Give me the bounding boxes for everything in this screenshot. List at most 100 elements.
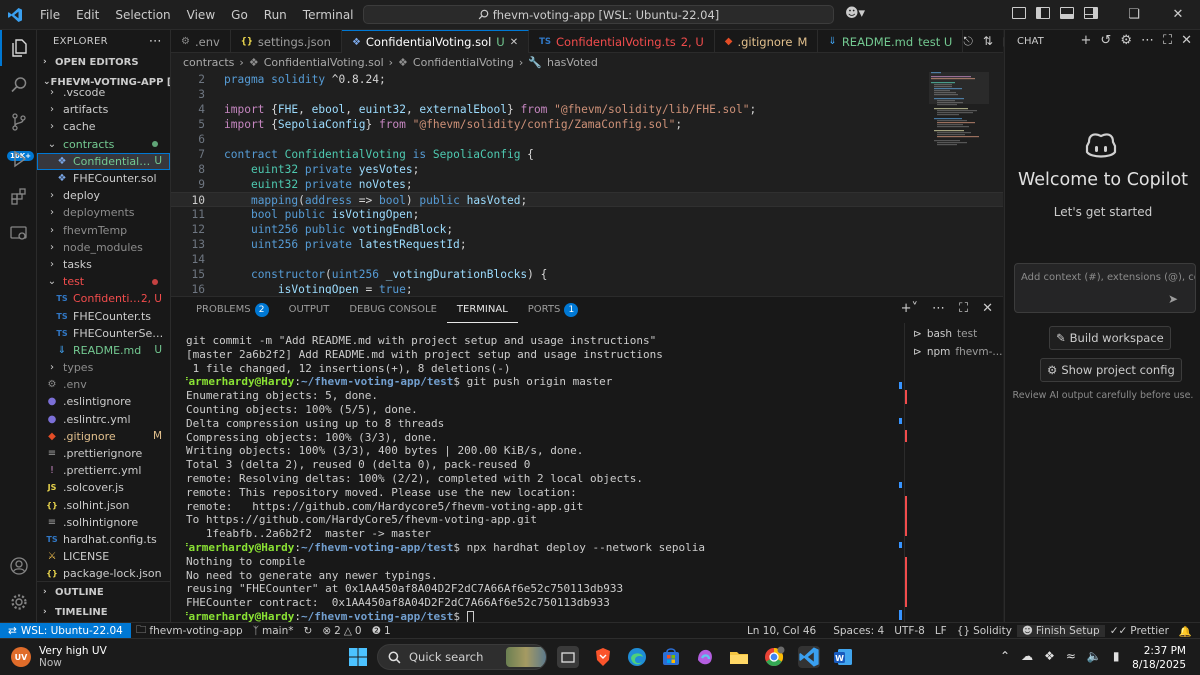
file-tree-item[interactable]: TS FHECounterSepolia.ts bbox=[37, 325, 170, 342]
maximize-panel-icon[interactable]: ⛶ bbox=[959, 301, 968, 316]
chrome-browser-icon[interactable] bbox=[763, 646, 785, 668]
explorer-icon[interactable] bbox=[0, 30, 37, 66]
more-chat-actions-icon[interactable]: ⋯ bbox=[1141, 33, 1154, 48]
prettier-status[interactable]: ✓✓ Prettier bbox=[1105, 625, 1174, 637]
branch-status[interactable]: ᛉ main* bbox=[248, 625, 299, 637]
tray-app-icon[interactable]: ☁ bbox=[1021, 649, 1033, 663]
word-app-icon[interactable]: W bbox=[832, 646, 854, 668]
edge-browser-icon[interactable] bbox=[626, 646, 648, 668]
timeline-section[interactable]: › TIMELINE bbox=[37, 602, 170, 622]
new-terminal-icon[interactable]: +˅ bbox=[901, 301, 918, 316]
cursor-position[interactable]: Ln 10, Col 46 bbox=[742, 625, 828, 637]
breadcrumb-contract[interactable]: ConfidentialVoting bbox=[413, 56, 514, 69]
breadcrumb-file[interactable]: ConfidentialVoting.sol bbox=[264, 56, 384, 69]
file-tree-item[interactable]: ⇓ README.md U bbox=[37, 342, 170, 359]
file-tree-item[interactable]: ⚙ .env bbox=[37, 376, 170, 393]
file-tree-item[interactable]: ● .eslintignore bbox=[37, 393, 170, 410]
editor-tab[interactable]: ⇓ README.md test U bbox=[818, 30, 964, 53]
minimap[interactable] bbox=[929, 72, 989, 294]
panel-tab[interactable]: PROBLEMS 2 bbox=[186, 297, 279, 323]
volume-icon[interactable]: 🔈 bbox=[1087, 649, 1102, 663]
maximize-chat-icon[interactable]: ⛶ bbox=[1163, 33, 1172, 48]
source-control-icon[interactable] bbox=[0, 104, 37, 140]
file-tree-item[interactable]: › types bbox=[37, 359, 170, 376]
accounts-icon[interactable] bbox=[0, 548, 37, 584]
editor-tab[interactable]: ❖ ConfidentialVoting.sol U ✕ bbox=[341, 30, 530, 53]
language-mode[interactable]: {} Solidity bbox=[952, 625, 1017, 637]
close-chat-icon[interactable]: ✕ bbox=[1181, 33, 1192, 48]
menu-go[interactable]: Go bbox=[223, 0, 256, 30]
manage-gear-icon[interactable] bbox=[0, 584, 37, 620]
panel-tab[interactable]: TERMINAL bbox=[446, 297, 518, 323]
minimize-button[interactable]: — bbox=[1068, 0, 1112, 30]
task-view-icon[interactable] bbox=[557, 646, 579, 668]
file-tree-item[interactable]: ⌄ contracts bbox=[37, 136, 170, 153]
terminal-instance[interactable]: ⊳ bash test bbox=[905, 325, 1003, 343]
build-workspace-button[interactable]: ✎ Build workspace bbox=[1049, 326, 1171, 350]
more-panel-actions-icon[interactable]: ⋯ bbox=[932, 301, 945, 316]
terminal-instance[interactable]: ⊳ npm fhevm-... bbox=[905, 343, 1003, 361]
close-tab-icon[interactable]: ✕ bbox=[510, 37, 518, 48]
file-tree-item[interactable]: ! .prettierrc.yml bbox=[37, 462, 170, 479]
ports-status[interactable]: ❷1 bbox=[367, 625, 396, 637]
file-tree-item[interactable]: TS hardhat.config.ts bbox=[37, 531, 170, 548]
taskbar-search[interactable]: Quick search bbox=[377, 644, 547, 670]
search-icon[interactable] bbox=[0, 67, 37, 103]
file-tree-item[interactable]: JS .solcover.js bbox=[37, 479, 170, 496]
editor-tab[interactable]: ⚙ .env bbox=[171, 30, 231, 53]
remote-indicator[interactable]: ⇄ WSL: Ubuntu-22.04 bbox=[0, 622, 131, 639]
remote-explorer-icon[interactable] bbox=[0, 215, 37, 251]
microsoft-store-icon[interactable] bbox=[660, 646, 682, 668]
panel-tab[interactable]: PORTS 1 bbox=[518, 297, 589, 323]
file-tree-item[interactable]: ❖ ConfidentialVo... U bbox=[37, 152, 170, 170]
wifi-icon[interactable]: ≈ bbox=[1066, 649, 1076, 663]
history-icon[interactable]: ↺ bbox=[1100, 33, 1111, 48]
new-chat-icon[interactable]: + bbox=[1081, 33, 1092, 48]
show-project-config-button[interactable]: ⚙ Show project config bbox=[1040, 358, 1182, 382]
menu-terminal[interactable]: Terminal bbox=[295, 0, 362, 30]
file-tree-item[interactable]: TS FHECounter.ts bbox=[37, 307, 170, 324]
panel-tab[interactable]: DEBUG CONSOLE bbox=[339, 297, 447, 323]
file-tree-item[interactable]: ≡ .solhintignore bbox=[37, 514, 170, 531]
windows-start-icon[interactable] bbox=[347, 646, 369, 668]
copilot-app-icon[interactable] bbox=[694, 646, 716, 668]
file-explorer-icon[interactable] bbox=[728, 646, 750, 668]
vscode-taskbar-icon[interactable] bbox=[798, 646, 820, 668]
file-tree-item[interactable]: › tasks bbox=[37, 256, 170, 273]
toggle-sidebar-icon[interactable] bbox=[1036, 7, 1050, 19]
breadcrumb-folder[interactable]: contracts bbox=[183, 56, 234, 69]
tray-app2-icon[interactable]: ❖ bbox=[1044, 649, 1055, 663]
toggle-primary-sidebar-icon[interactable] bbox=[1012, 7, 1026, 19]
menu-file[interactable]: File bbox=[32, 0, 68, 30]
end-of-line[interactable]: LF bbox=[930, 625, 952, 637]
encoding[interactable]: UTF-8 bbox=[889, 625, 930, 637]
file-tree-item[interactable]: › node_modules bbox=[37, 239, 170, 256]
file-tree-item[interactable]: {} package-lock.json bbox=[37, 565, 170, 582]
breadcrumb-symbol[interactable]: hasVoted bbox=[547, 56, 598, 69]
problems-status[interactable]: ⊗ 2 △ 0 bbox=[317, 625, 366, 637]
command-center-search[interactable]: fhevm-voting-app [WSL: Ubuntu-22.04] bbox=[363, 5, 834, 24]
file-tree-item[interactable]: › deploy bbox=[37, 187, 170, 204]
finish-setup[interactable]: ☻ Finish Setup bbox=[1016, 625, 1105, 637]
menu-edit[interactable]: Edit bbox=[68, 0, 107, 30]
clock[interactable]: 2:37 PM 8/18/2025 bbox=[1132, 644, 1186, 672]
file-tree-item[interactable]: ≡ .prettierignore bbox=[37, 445, 170, 462]
code-editor[interactable]: 2 pragma solidity ^0.8.24; 3 4 import {FHE, … bbox=[171, 72, 1003, 294]
copilot-menu-icon[interactable]: ☻▾ bbox=[845, 6, 865, 21]
compare-icon[interactable]: ⇅ bbox=[983, 34, 993, 48]
open-changes-icon[interactable]: ⎋ bbox=[963, 34, 973, 49]
chevron-up-icon[interactable]: ⌃ bbox=[1000, 649, 1010, 663]
open-editors-section[interactable]: › OPEN EDITORS bbox=[37, 52, 170, 72]
file-tree-item[interactable]: › .vscode bbox=[37, 84, 170, 101]
file-tree-item[interactable]: › deployments bbox=[37, 204, 170, 221]
sync-icon[interactable]: ↻ bbox=[299, 625, 318, 637]
panel-tab[interactable]: OUTPUT bbox=[279, 297, 340, 323]
run-debug-icon[interactable] bbox=[0, 141, 37, 177]
more-actions-icon[interactable]: ⋯ bbox=[149, 34, 162, 49]
extensions-icon[interactable] bbox=[0, 178, 37, 214]
folder-status[interactable]: 🗀 fhevm-voting-app bbox=[131, 622, 248, 640]
terminal[interactable]: git commit -m "Add README.md with projec… bbox=[186, 334, 901, 624]
brave-browser-icon[interactable] bbox=[592, 646, 614, 668]
file-tree-item[interactable]: TS Confidential...2, U bbox=[37, 290, 170, 307]
menu-view[interactable]: View bbox=[179, 0, 223, 30]
